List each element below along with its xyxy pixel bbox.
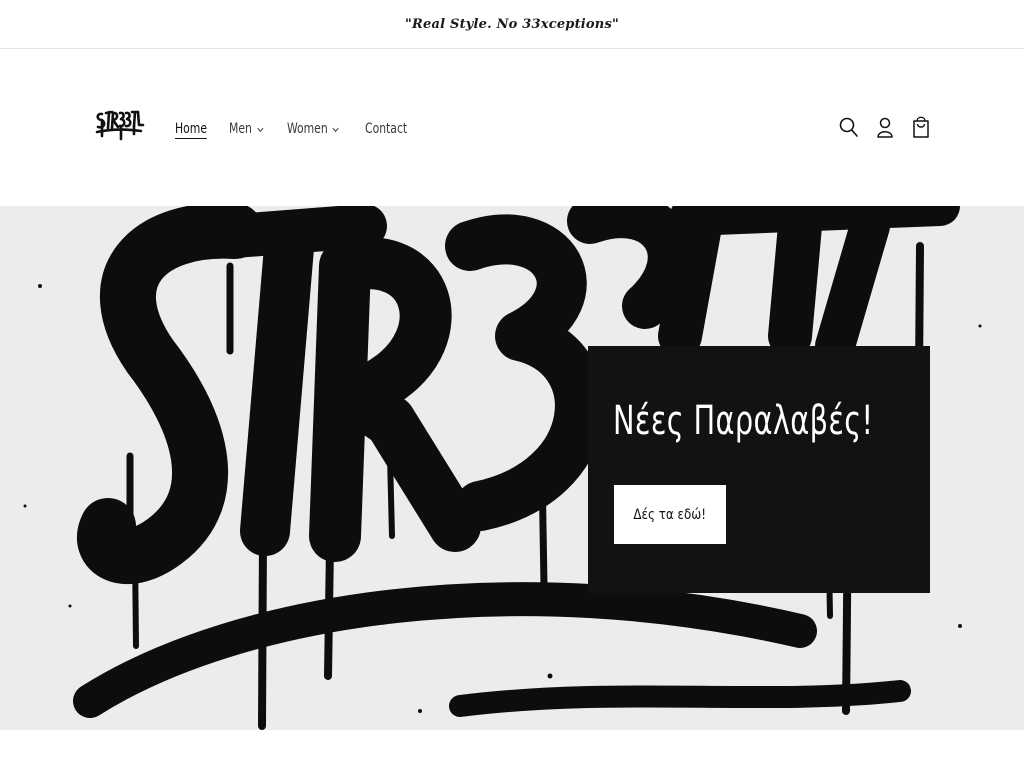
nav-home-label: Home [175,120,207,137]
search-button[interactable] [838,114,860,140]
account-icon [877,117,893,138]
chevron-down-icon [332,127,339,132]
logo-mark [95,110,145,141]
account-button[interactable] [874,114,896,140]
nav-men-label: Men [229,121,253,137]
nav-women[interactable]: Women [287,119,340,139]
hero-cta-button[interactable]: Δές τα εδώ! [614,485,726,544]
next-section-heading-peek [92,760,262,768]
nav-women-label: Women [286,121,328,137]
hero-promo-box: Νέες Παραλαβές! Δές τα εδώ! [588,346,930,593]
nav-home[interactable]: Home [175,119,207,139]
nav-contact[interactable]: Contact [365,119,407,139]
announcement-text: "Real Style. No 33xceptions" [405,16,619,32]
nav-men[interactable]: Men [229,119,264,139]
nav-contact-label: Contact [365,121,408,137]
next-section [0,730,1024,768]
main-nav: Home Men Women Contact [175,119,414,139]
cart-button[interactable] [910,114,932,140]
hero-heading: Νέες Παραλαβές! [613,398,874,444]
hero-banner: Νέες Παραλαβές! Δές τα εδώ! [0,206,1024,730]
search-icon [839,117,858,137]
announcement-bar: "Real Style. No 33xceptions" [0,0,1024,49]
header-icons [838,114,932,140]
site-logo[interactable] [93,105,145,151]
cart-icon [913,116,929,138]
chevron-down-icon [257,127,264,132]
site-header: Home Men Women Contact [0,50,1024,206]
hero-cta-label: Δές τα εδώ! [633,506,707,523]
